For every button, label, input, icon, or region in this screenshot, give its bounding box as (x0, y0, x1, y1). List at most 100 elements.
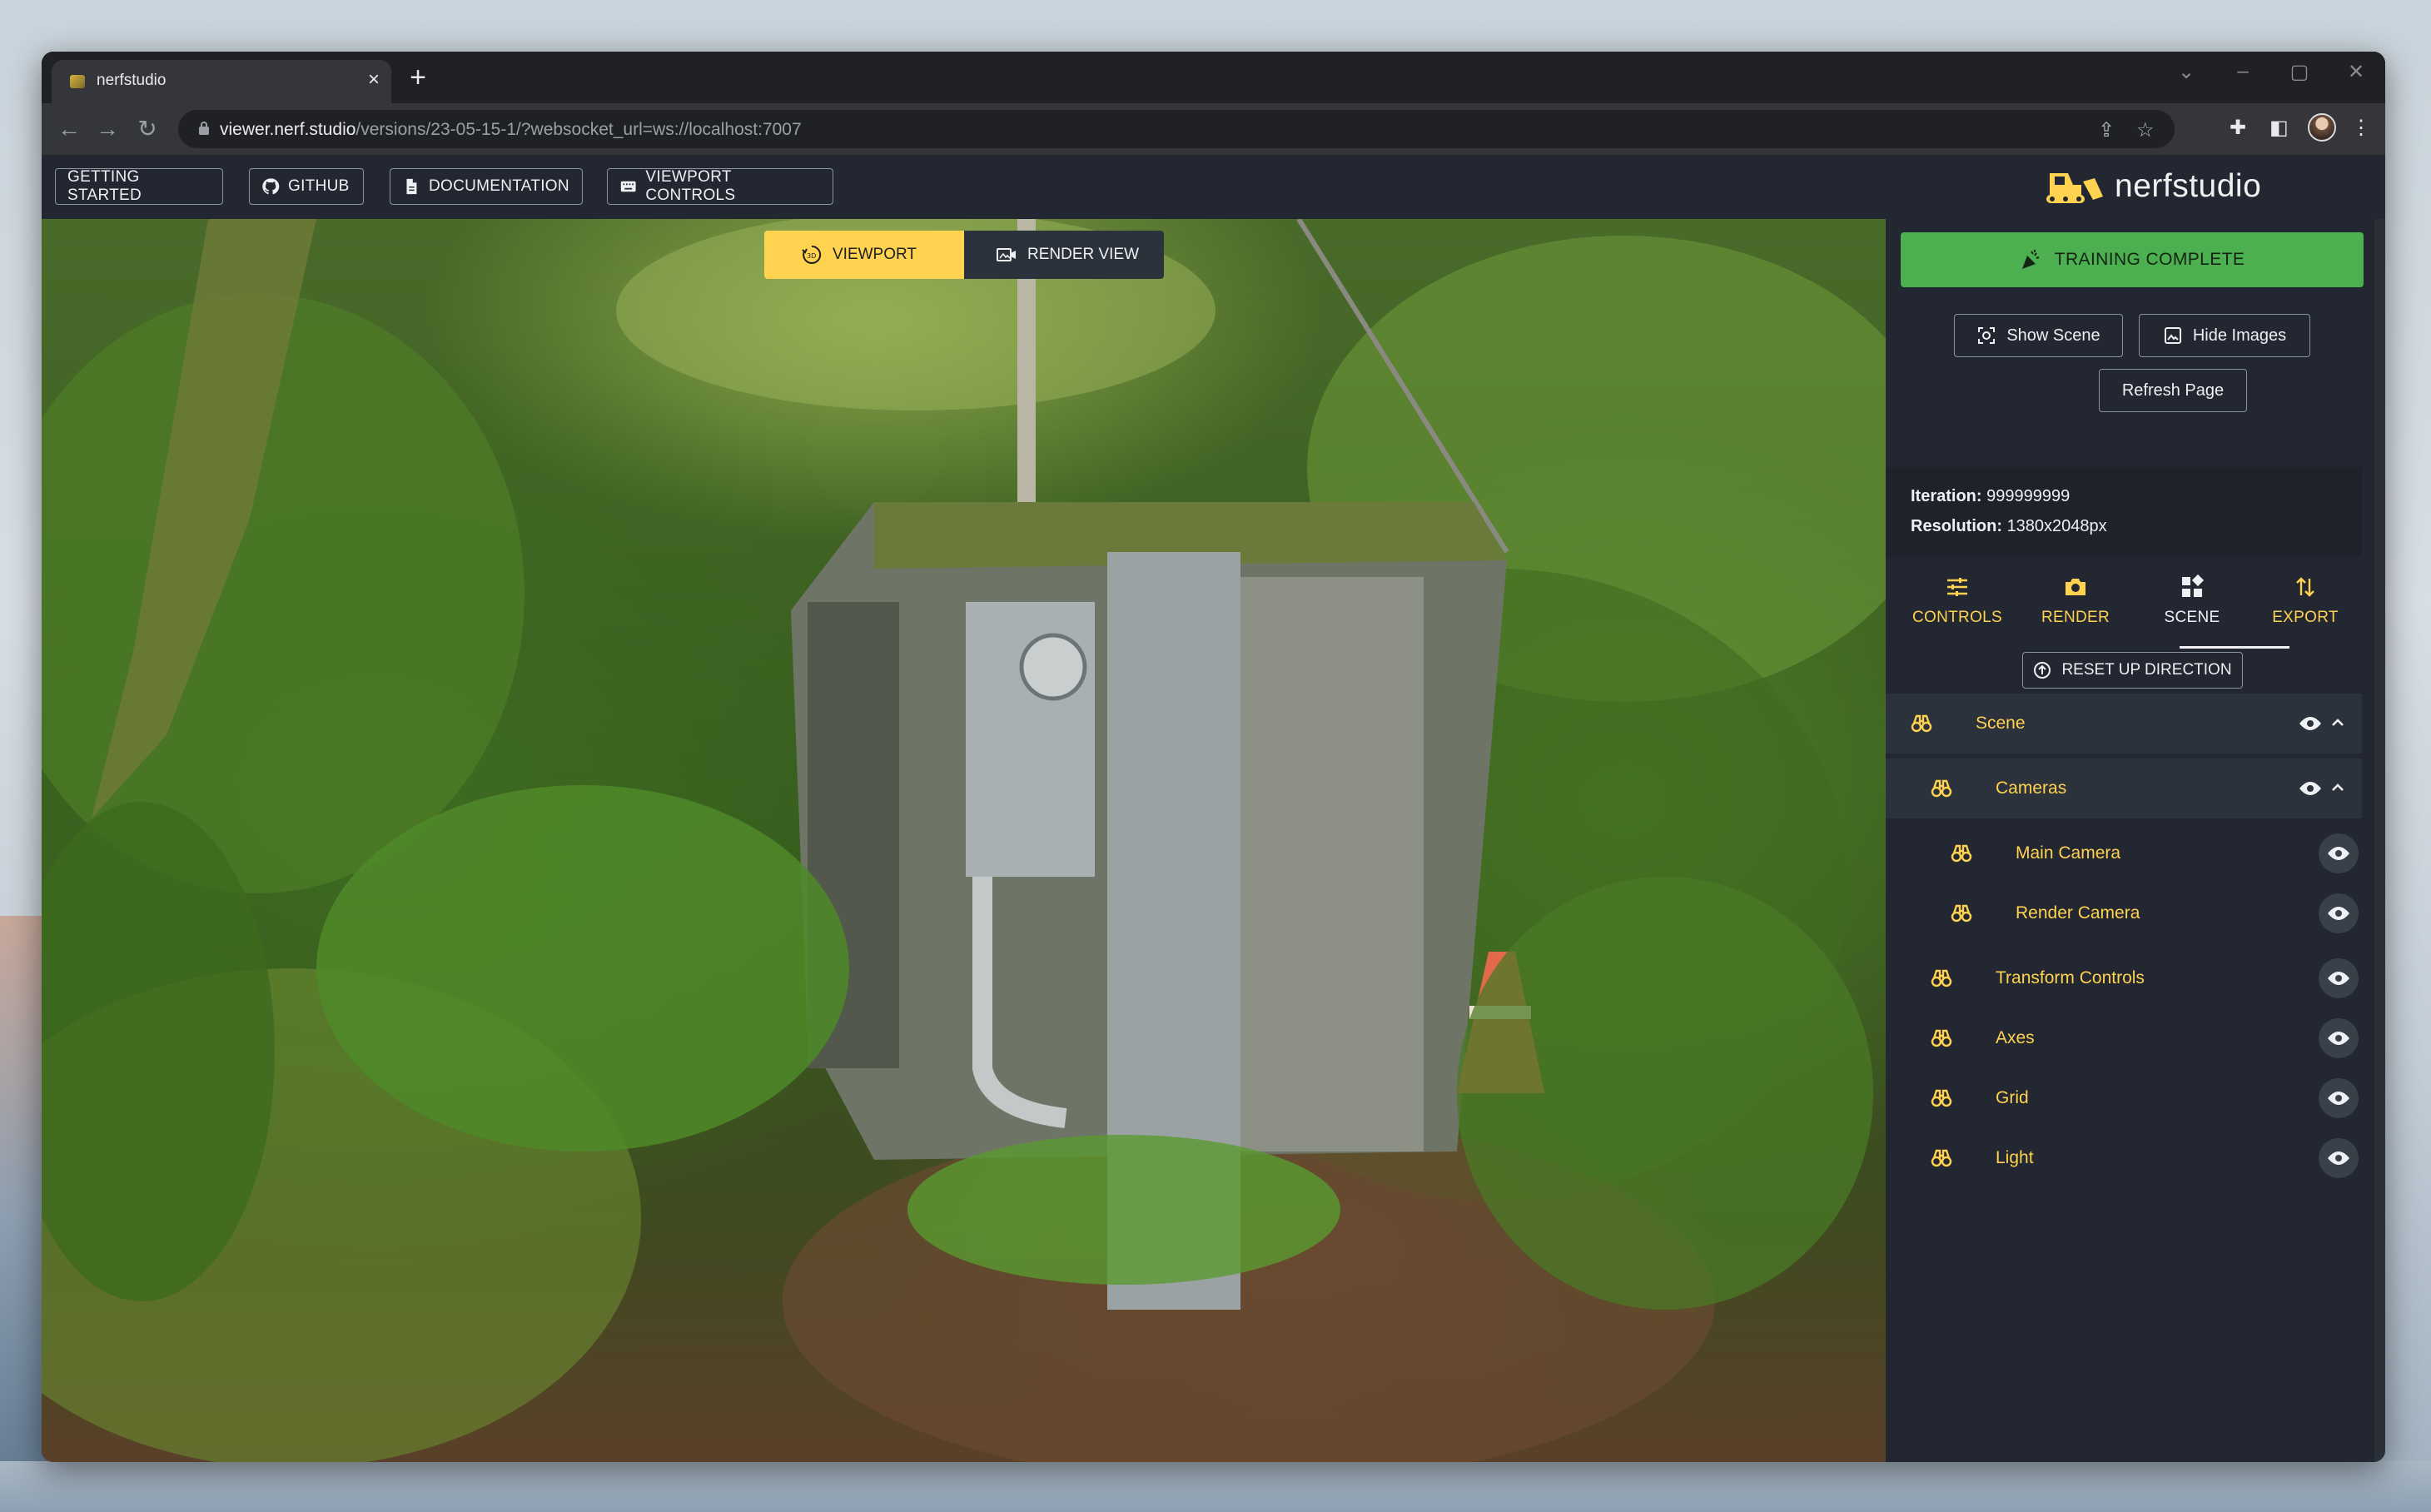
render-view-tab-button[interactable]: RENDER VIEW (964, 231, 1164, 279)
training-status-button[interactable]: TRAINING COMPLETE (1901, 232, 2364, 287)
tree-item-grid[interactable]: Grid (1886, 1068, 2362, 1128)
control-panel: TRAINING COMPLETE Show Scene Hide Images… (1886, 219, 2374, 1462)
tree-item-light[interactable]: Light (1886, 1128, 2362, 1188)
getting-started-button[interactable]: GETTING STARTED (55, 168, 223, 205)
address-bar[interactable]: viewer.nerf.studio/versions/23-05-15-1/?… (178, 110, 2175, 148)
visibility-toggle[interactable] (2319, 1078, 2359, 1118)
tree-item-label: Light (1996, 1148, 2034, 1167)
eye-icon (2328, 847, 2349, 860)
training-info: Iteration: 999999999 Resolution: 1380x20… (1886, 467, 2362, 557)
binoculars-icon (1931, 1149, 1952, 1167)
browser-menu-icon[interactable]: ⋮ (2351, 116, 2371, 140)
scene-render-image (42, 219, 1886, 1462)
extensions-icon[interactable]: ✚ (2230, 116, 2246, 140)
reset-up-direction-label: RESET UP DIRECTION (2061, 661, 2232, 679)
eye-icon (2299, 782, 2321, 795)
eye-icon (2328, 1032, 2349, 1045)
tab-scene[interactable]: SCENE (2142, 574, 2242, 627)
share-icon[interactable]: ⇪ (2098, 118, 2115, 142)
bulldozer-logo-icon (2046, 173, 2103, 203)
browser-tab[interactable]: nerfstudio × (52, 60, 391, 103)
eye-icon (2328, 1151, 2349, 1165)
panel-tabs: CONTROLS RENDER SCENE EXPORT (1886, 557, 2362, 649)
documentation-label: DOCUMENTATION (429, 177, 569, 195)
chevron-up-icon[interactable] (2327, 712, 2349, 734)
browser-window: nerfstudio × + ⌄ – ▢ ✕ ← → ↻ viewer.nerf… (42, 52, 2385, 1462)
tree-item-cameras[interactable]: Cameras (1886, 758, 2362, 818)
viewport-tab-button[interactable]: 3D VIEWPORT (764, 231, 964, 279)
refresh-page-button[interactable]: Refresh Page (2099, 369, 2247, 412)
render-view-tab-label: RENDER VIEW (1027, 246, 1140, 263)
tab-render[interactable]: RENDER (2026, 574, 2125, 627)
side-panel-icon[interactable]: ◧ (2269, 116, 2289, 140)
back-icon[interactable]: ← (55, 115, 83, 143)
eye-icon (2328, 972, 2349, 985)
close-window-icon[interactable]: ✕ (2339, 60, 2373, 84)
tab-scene-label: SCENE (2164, 609, 2220, 626)
tree-item-label: Grid (1996, 1088, 2029, 1107)
tab-search-icon[interactable]: ⌄ (2170, 60, 2203, 84)
visibility-toggle[interactable] (2319, 1138, 2359, 1178)
tree-item-label: Cameras (1996, 778, 2067, 798)
maximize-icon[interactable]: ▢ (2283, 60, 2316, 84)
github-label: GITHUB (288, 177, 350, 195)
visibility-toggle[interactable] (2319, 1018, 2359, 1058)
resolution-readout: Resolution: 1380x2048px (1911, 517, 2107, 535)
panel-scrollbar[interactable] (2374, 219, 2385, 1462)
show-scene-label: Show Scene (2006, 326, 2100, 345)
tree-item-scene[interactable]: Scene (1886, 694, 2362, 754)
binoculars-icon (1931, 969, 1952, 987)
training-status-label: TRAINING COMPLETE (2054, 250, 2245, 269)
visibility-toggle[interactable] (2319, 833, 2359, 873)
forward-icon[interactable]: → (93, 115, 122, 143)
tab-export-label: EXPORT (2272, 609, 2339, 626)
tab-export[interactable]: EXPORT (2255, 574, 2355, 627)
bookmark-star-icon[interactable]: ☆ (2136, 118, 2155, 142)
binoculars-icon (1931, 1029, 1952, 1047)
keyboard-icon (620, 181, 636, 192)
video-camera-icon (997, 248, 1016, 261)
minimize-icon[interactable]: – (2226, 60, 2259, 83)
eye-icon (2328, 1092, 2349, 1105)
getting-started-label: GETTING STARTED (67, 168, 142, 204)
tree-item-label: Main Camera (2016, 843, 2121, 863)
tree-item-render-camera[interactable]: Render Camera (1886, 883, 2362, 943)
tab-controls[interactable]: CONTROLS (1907, 574, 2007, 627)
visibility-toggle[interactable] (2290, 704, 2330, 744)
tree-item-main-camera[interactable]: Main Camera (1886, 823, 2362, 883)
chevron-up-icon[interactable] (2327, 777, 2349, 798)
show-scene-button[interactable]: Show Scene (1954, 314, 2123, 357)
sliders-icon (1947, 578, 1967, 596)
binoculars-icon (1951, 844, 1972, 863)
hide-images-button[interactable]: Hide Images (2139, 314, 2310, 357)
visibility-toggle[interactable] (2319, 893, 2359, 933)
profile-avatar[interactable] (2308, 113, 2336, 142)
reload-icon[interactable]: ↻ (133, 115, 162, 143)
widgets-icon (2182, 574, 2205, 597)
tab-controls-label: CONTROLS (1912, 609, 2002, 626)
viewport-tab-label: VIEWPORT (833, 246, 917, 263)
eye-icon (2299, 717, 2321, 730)
center-focus-icon (1978, 327, 1996, 344)
binoculars-icon (1951, 904, 1972, 923)
tab-render-label: RENDER (2041, 609, 2110, 626)
tree-item-axes[interactable]: Axes (1886, 1008, 2362, 1068)
visibility-toggle[interactable] (2319, 958, 2359, 998)
new-tab-icon[interactable]: + (401, 63, 435, 92)
visibility-toggle[interactable] (2290, 768, 2330, 808)
viewport-controls-button[interactable]: VIEWPORT CONTROLS (607, 168, 833, 205)
import-export-icon (2296, 577, 2314, 597)
celebration-icon (2021, 250, 2040, 269)
documentation-button[interactable]: DOCUMENTATION (390, 168, 583, 205)
refresh-page-label: Refresh Page (2121, 380, 2225, 400)
github-button[interactable]: GITHUB (249, 168, 364, 205)
tab-close-icon[interactable]: × (368, 68, 380, 92)
nerf-viewport[interactable]: 3D VIEWPORT RENDER VIEW (42, 219, 1886, 1462)
reset-up-direction-button[interactable]: RESET UP DIRECTION (2022, 652, 2243, 689)
tab-strip: nerfstudio × + ⌄ – ▢ ✕ (42, 52, 2385, 103)
image-icon (2164, 327, 2181, 344)
favicon-icon (70, 75, 85, 88)
tree-item-transform-controls[interactable]: Transform Controls (1886, 948, 2362, 1008)
binoculars-icon (1931, 1089, 1952, 1107)
desktop-background-bottom (0, 1461, 2431, 1512)
